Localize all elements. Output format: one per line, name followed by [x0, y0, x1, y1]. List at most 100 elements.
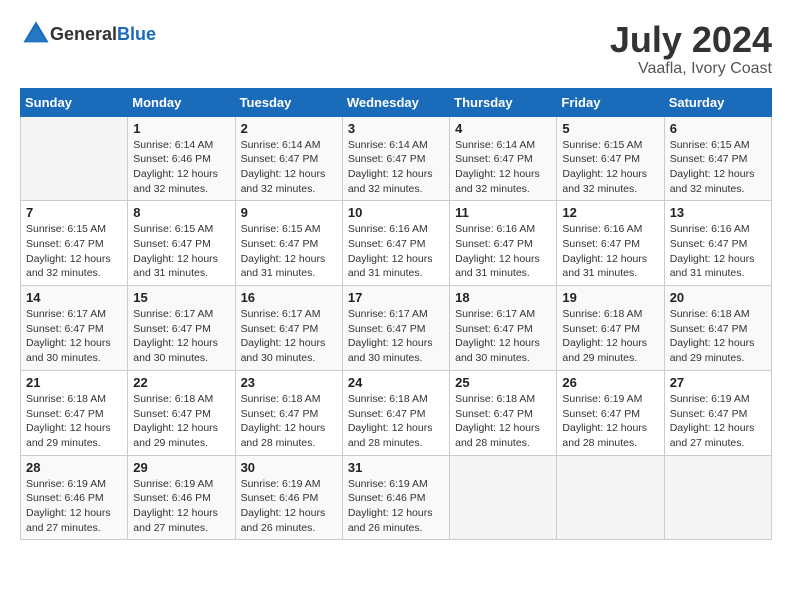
- calendar-cell: 15 Sunrise: 6:17 AMSunset: 6:47 PMDayligh…: [128, 286, 235, 371]
- calendar-cell: 3Sunrise: 6:14 AMSunset: 6:47 PMDaylight…: [342, 116, 449, 201]
- page-header: GeneralBlue July 2024 Vaafla, Ivory Coas…: [20, 20, 772, 78]
- calendar-cell: 21Sunrise: 6:18 AMSunset: 6:47 PMDayligh…: [21, 370, 128, 455]
- calendar-table: SundayMondayTuesdayWednesdayThursdayFrid…: [20, 88, 772, 541]
- logo-blue: Blue: [117, 24, 156, 44]
- day-info: Sunrise: 6:17 AMSunset: 6:47 PMDaylight:…: [133, 307, 229, 366]
- week-row-5: 28 Sunrise: 6:19 AMSunset: 6:46 PMDayligh…: [21, 455, 772, 540]
- logo-icon: [22, 20, 50, 48]
- day-number: 18: [455, 290, 551, 305]
- calendar-cell: 27 Sunrise: 6:19 AMSunset: 6:47 PMDayligh…: [664, 370, 771, 455]
- day-number: 16: [241, 290, 337, 305]
- calendar-cell: 16 Sunrise: 6:17 AMSunset: 6:47 PMDayligh…: [235, 286, 342, 371]
- day-info: Sunrise: 6:14 AMSunset: 6:47 PMDaylight:…: [348, 138, 444, 197]
- calendar-cell: 1 Sunrise: 6:14 AMSunset: 6:46 PMDaylight…: [128, 116, 235, 201]
- calendar-cell: 30 Sunrise: 6:19 AMSunset: 6:46 PMDayligh…: [235, 455, 342, 540]
- calendar-cell: 14 Sunrise: 6:17 AMSunset: 6:47 PMDayligh…: [21, 286, 128, 371]
- day-info: Sunrise: 6:18 AMSunset: 6:47 PMDaylight:…: [455, 392, 551, 451]
- calendar-cell: 10Sunrise: 6:16 AMSunset: 6:47 PMDayligh…: [342, 201, 449, 286]
- day-number: 20: [670, 290, 766, 305]
- day-info: Sunrise: 6:19 AMSunset: 6:47 PMDaylight:…: [670, 392, 766, 451]
- calendar-cell: 8 Sunrise: 6:15 AMSunset: 6:47 PMDaylight…: [128, 201, 235, 286]
- day-number: 5: [562, 121, 658, 136]
- location-text: Vaafla, Ivory Coast: [610, 60, 772, 78]
- day-info: Sunrise: 6:18 AMSunset: 6:47 PMDaylight:…: [133, 392, 229, 451]
- day-number: 25: [455, 375, 551, 390]
- day-info: Sunrise: 6:19 AMSunset: 6:46 PMDaylight:…: [348, 477, 444, 536]
- day-number: 30: [241, 460, 337, 475]
- calendar-cell: 20Sunrise: 6:18 AMSunset: 6:47 PMDayligh…: [664, 286, 771, 371]
- day-of-week-friday: Friday: [557, 88, 664, 116]
- calendar-cell: [664, 455, 771, 540]
- day-info: Sunrise: 6:19 AMSunset: 6:47 PMDaylight:…: [562, 392, 658, 451]
- day-of-week-sunday: Sunday: [21, 88, 128, 116]
- day-number: 26: [562, 375, 658, 390]
- day-of-week-saturday: Saturday: [664, 88, 771, 116]
- calendar-cell: 17 Sunrise: 6:17 AMSunset: 6:47 PMDayligh…: [342, 286, 449, 371]
- week-row-1: 1 Sunrise: 6:14 AMSunset: 6:46 PMDaylight…: [21, 116, 772, 201]
- calendar-cell: 25 Sunrise: 6:18 AMSunset: 6:47 PMDayligh…: [450, 370, 557, 455]
- day-number: 13: [670, 205, 766, 220]
- day-number: 9: [241, 205, 337, 220]
- calendar-header: SundayMondayTuesdayWednesdayThursdayFrid…: [21, 88, 772, 116]
- day-number: 31: [348, 460, 444, 475]
- day-of-week-wednesday: Wednesday: [342, 88, 449, 116]
- day-number: 1: [133, 121, 229, 136]
- day-number: 14: [26, 290, 122, 305]
- day-info: Sunrise: 6:15 AMSunset: 6:47 PMDaylight:…: [562, 138, 658, 197]
- calendar-body: 1 Sunrise: 6:14 AMSunset: 6:46 PMDaylight…: [21, 116, 772, 540]
- day-number: 7: [26, 205, 122, 220]
- day-info: Sunrise: 6:14 AMSunset: 6:47 PMDaylight:…: [241, 138, 337, 197]
- calendar-cell: 23Sunrise: 6:18 AMSunset: 6:47 PMDayligh…: [235, 370, 342, 455]
- day-number: 19: [562, 290, 658, 305]
- week-row-4: 21 Sunrise: 6:18 AMSunset: 6:47 PMDayligh…: [21, 370, 772, 455]
- day-info: Sunrise: 6:18 AMSunset: 6:47 PMDaylight:…: [348, 392, 444, 451]
- day-info: Sunrise: 6:17 AMSunset: 6:47 PMDaylight:…: [348, 307, 444, 366]
- day-number: 21: [26, 375, 122, 390]
- day-info: Sunrise: 6:14 AMSunset: 6:46 PMDaylight:…: [133, 138, 229, 197]
- day-number: 15: [133, 290, 229, 305]
- calendar-cell: 5 Sunrise: 6:15 AMSunset: 6:47 PMDaylight…: [557, 116, 664, 201]
- day-info: Sunrise: 6:19 AMSunset: 6:46 PMDaylight:…: [241, 477, 337, 536]
- day-number: 17: [348, 290, 444, 305]
- title-block: July 2024 Vaafla, Ivory Coast: [610, 20, 772, 78]
- day-info: Sunrise: 6:16 AMSunset: 6:47 PMDaylight:…: [670, 222, 766, 281]
- day-info: Sunrise: 6:18 AMSunset: 6:47 PMDaylight:…: [562, 307, 658, 366]
- day-info: Sunrise: 6:17 AMSunset: 6:47 PMDaylight:…: [26, 307, 122, 366]
- calendar-cell: 7 Sunrise: 6:15 AMSunset: 6:47 PMDaylight…: [21, 201, 128, 286]
- day-info: Sunrise: 6:16 AMSunset: 6:47 PMDaylight:…: [562, 222, 658, 281]
- calendar-cell: 9Sunrise: 6:15 AMSunset: 6:47 PMDaylight…: [235, 201, 342, 286]
- day-info: Sunrise: 6:19 AMSunset: 6:46 PMDaylight:…: [26, 477, 122, 536]
- day-of-week-thursday: Thursday: [450, 88, 557, 116]
- calendar-cell: 4Sunrise: 6:14 AMSunset: 6:47 PMDaylight…: [450, 116, 557, 201]
- day-number: 12: [562, 205, 658, 220]
- calendar-cell: 12 Sunrise: 6:16 AMSunset: 6:47 PMDayligh…: [557, 201, 664, 286]
- calendar-cell: 31 Sunrise: 6:19 AMSunset: 6:46 PMDayligh…: [342, 455, 449, 540]
- day-number: 29: [133, 460, 229, 475]
- calendar-cell: 19 Sunrise: 6:18 AMSunset: 6:47 PMDayligh…: [557, 286, 664, 371]
- day-info: Sunrise: 6:17 AMSunset: 6:47 PMDaylight:…: [241, 307, 337, 366]
- day-info: Sunrise: 6:16 AMSunset: 6:47 PMDaylight:…: [348, 222, 444, 281]
- day-number: 8: [133, 205, 229, 220]
- calendar-cell: 6 Sunrise: 6:15 AMSunset: 6:47 PMDaylight…: [664, 116, 771, 201]
- day-number: 27: [670, 375, 766, 390]
- week-row-3: 14 Sunrise: 6:17 AMSunset: 6:47 PMDayligh…: [21, 286, 772, 371]
- day-number: 2: [241, 121, 337, 136]
- day-info: Sunrise: 6:15 AMSunset: 6:47 PMDaylight:…: [670, 138, 766, 197]
- day-info: Sunrise: 6:19 AMSunset: 6:46 PMDaylight:…: [133, 477, 229, 536]
- calendar-cell: 29 Sunrise: 6:19 AMSunset: 6:46 PMDayligh…: [128, 455, 235, 540]
- day-number: 6: [670, 121, 766, 136]
- day-number: 22: [133, 375, 229, 390]
- calendar-cell: [450, 455, 557, 540]
- logo-general: General: [50, 24, 117, 44]
- day-number: 28: [26, 460, 122, 475]
- day-info: Sunrise: 6:14 AMSunset: 6:47 PMDaylight:…: [455, 138, 551, 197]
- day-info: Sunrise: 6:15 AMSunset: 6:47 PMDaylight:…: [133, 222, 229, 281]
- week-row-2: 7 Sunrise: 6:15 AMSunset: 6:47 PMDaylight…: [21, 201, 772, 286]
- logo-text: GeneralBlue: [50, 24, 156, 45]
- day-of-week-monday: Monday: [128, 88, 235, 116]
- calendar-cell: 18Sunrise: 6:17 AMSunset: 6:47 PMDayligh…: [450, 286, 557, 371]
- month-year-title: July 2024: [610, 20, 772, 60]
- calendar-cell: 28 Sunrise: 6:19 AMSunset: 6:46 PMDayligh…: [21, 455, 128, 540]
- day-info: Sunrise: 6:15 AMSunset: 6:47 PMDaylight:…: [26, 222, 122, 281]
- day-info: Sunrise: 6:16 AMSunset: 6:47 PMDaylight:…: [455, 222, 551, 281]
